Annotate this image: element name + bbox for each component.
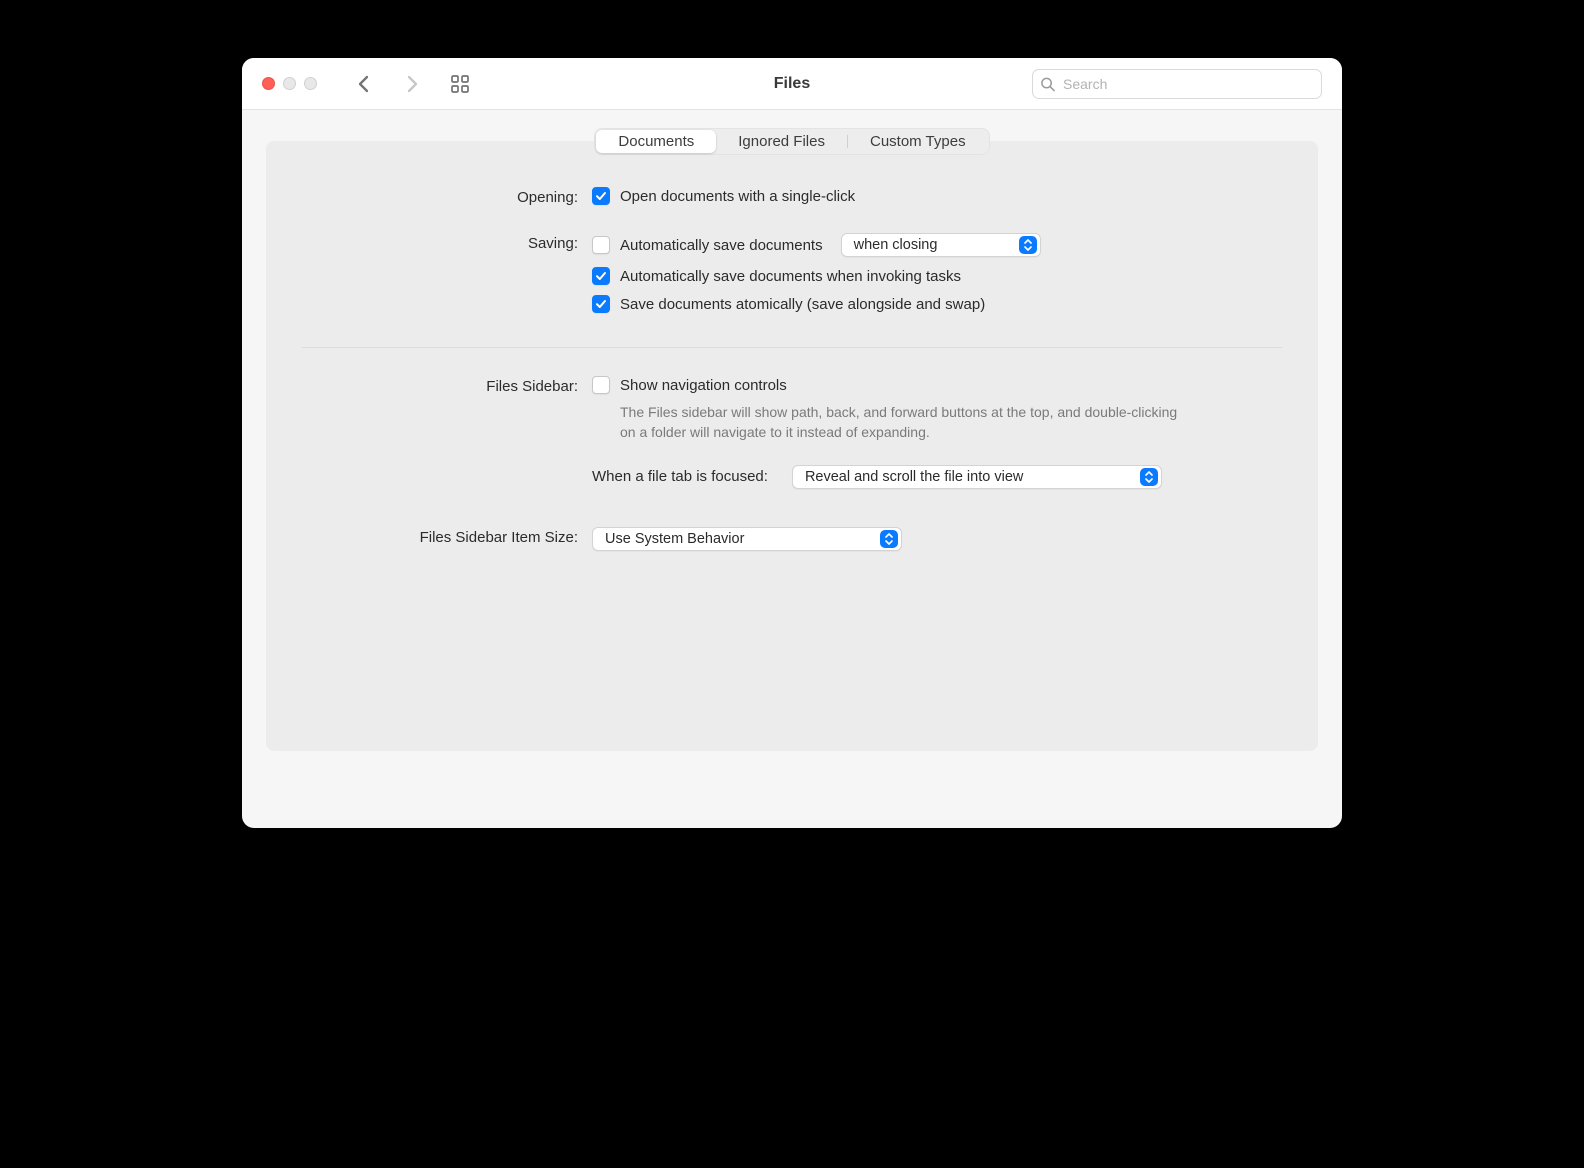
- label-save-atomically: Save documents atomically (save alongsid…: [620, 296, 985, 313]
- preferences-window: Files Documents Ignored Files Custom Typ…: [242, 58, 1342, 828]
- label-opening: Opening:: [302, 187, 592, 206]
- divider: [302, 347, 1282, 348]
- select-auto-save-when[interactable]: when closing: [841, 233, 1041, 257]
- checkbox-open-single-click[interactable]: [592, 187, 610, 205]
- check-icon: [595, 270, 607, 282]
- row-saving: Saving: Automatically save documents whe…: [302, 233, 1282, 323]
- panel: Documents Ignored Files Custom Types Ope…: [266, 128, 1318, 804]
- back-button[interactable]: [349, 69, 379, 99]
- row-item-size: Files Sidebar Item Size: Use System Beha…: [302, 527, 1282, 561]
- tabs: Documents Ignored Files Custom Types: [266, 128, 1318, 155]
- select-file-tab-focused-value: Reveal and scroll the file into view: [805, 469, 1023, 485]
- label-auto-save-invoking-tasks: Automatically save documents when invoki…: [620, 268, 961, 285]
- updown-icon: [1019, 236, 1037, 254]
- select-file-tab-focused[interactable]: Reveal and scroll the file into view: [792, 465, 1162, 489]
- segmented-control: Documents Ignored Files Custom Types: [594, 128, 989, 155]
- forward-button[interactable]: [397, 69, 427, 99]
- select-auto-save-when-value: when closing: [854, 237, 938, 253]
- tab-ignored-files[interactable]: Ignored Files: [716, 130, 847, 153]
- label-file-tab-focused: When a file tab is focused:: [592, 468, 768, 485]
- traffic-lights: [262, 77, 317, 90]
- check-icon: [595, 298, 607, 310]
- checkbox-save-atomically[interactable]: [592, 295, 610, 313]
- search-wrap: [1032, 69, 1322, 99]
- show-all-button[interactable]: [445, 69, 475, 99]
- toolbar-nav: [349, 69, 475, 99]
- select-item-size-value: Use System Behavior: [605, 531, 744, 547]
- row-opening: Opening: Open documents with a single-cl…: [302, 187, 1282, 215]
- search-input[interactable]: [1032, 69, 1322, 99]
- updown-icon: [880, 530, 898, 548]
- label-show-nav-controls: Show navigation controls: [620, 377, 787, 394]
- check-icon: [595, 190, 607, 202]
- checkbox-auto-save[interactable]: [592, 236, 610, 254]
- label-files-sidebar: Files Sidebar:: [302, 376, 592, 395]
- select-item-size[interactable]: Use System Behavior: [592, 527, 902, 551]
- label-open-single-click: Open documents with a single-click: [620, 188, 855, 205]
- checkbox-auto-save-invoking-tasks[interactable]: [592, 267, 610, 285]
- zoom-button[interactable]: [304, 77, 317, 90]
- checkbox-show-nav-controls[interactable]: [592, 376, 610, 394]
- help-show-nav-controls: The Files sidebar will show path, back, …: [620, 402, 1180, 443]
- tab-custom-types[interactable]: Custom Types: [848, 130, 988, 153]
- label-auto-save: Automatically save documents: [620, 237, 823, 254]
- grid-icon: [450, 74, 470, 94]
- titlebar: Files: [242, 58, 1342, 110]
- label-saving: Saving:: [302, 233, 592, 252]
- content: Documents Ignored Files Custom Types Ope…: [242, 110, 1342, 828]
- close-button[interactable]: [262, 77, 275, 90]
- panel-body: Opening: Open documents with a single-cl…: [266, 141, 1318, 751]
- chevron-left-icon: [357, 75, 371, 93]
- updown-icon: [1140, 468, 1158, 486]
- label-item-size: Files Sidebar Item Size:: [302, 527, 592, 546]
- minimize-button[interactable]: [283, 77, 296, 90]
- tab-documents[interactable]: Documents: [596, 130, 716, 153]
- chevron-right-icon: [405, 75, 419, 93]
- row-files-sidebar: Files Sidebar: Show navigation controls …: [302, 376, 1282, 499]
